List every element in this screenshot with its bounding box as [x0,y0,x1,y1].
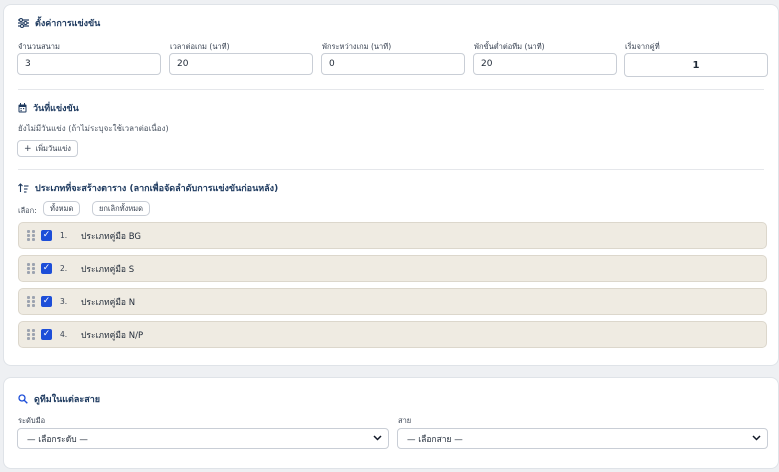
break-between-games-label: พักระหว่างเกม (นาที) [322,42,392,51]
start-match-label: เริ่มจากคู่ที่ [625,42,660,51]
add-date-label: เพิ่มวันแข่ง [35,143,71,153]
drag-handle-icon[interactable] [27,230,35,241]
line-select[interactable]: — เลือกสาย — [397,428,768,449]
dates-section-title: วันที่แข่งขัน [18,101,79,115]
deselect-all-button[interactable]: ยกเลิกทั้งหมด [92,201,151,216]
game-time-label: เวลาต่อเกม (นาที) [170,42,230,51]
category-checkbox[interactable]: ✓ [41,230,52,241]
select-label: เลือก: [18,206,37,215]
search-icon [18,394,28,404]
category-label: ประเภทคู่มือ BG [81,231,142,242]
lines-title-text: ดูทีมในแต่ละสาย [34,395,101,405]
calendar-icon [18,103,27,113]
category-label: ประเภทคู่มือ N [81,297,136,308]
courts-label: จำนวนสนาม [18,42,60,51]
category-row[interactable]: ✓ 4. ประเภทคู่มือ N/P [18,321,767,348]
line-label: สาย [398,416,412,425]
start-match-input[interactable]: 1 [624,53,768,77]
sort-icon [18,183,29,193]
category-row[interactable]: ✓ 1. ประเภทคู่มือ BG [18,222,767,249]
settings-title-text: ตั้งค่าการแข่งขัน [35,19,101,29]
sliders-icon [18,18,29,28]
divider [18,169,764,170]
category-number: 2. [60,264,68,273]
no-dates-text: ยังไม่มีวันแข่ง (ถ้าไม่ระบุจะใช้เวลาต่อเ… [18,124,169,133]
level-select[interactable]: — เลือกระดับ — [17,428,389,449]
min-team-rest-input[interactable]: 20 [473,53,617,75]
drag-handle-icon[interactable] [27,263,35,274]
courts-input[interactable]: 3 [17,53,161,75]
category-checkbox[interactable]: ✓ [41,263,52,274]
line-select-value: — เลือกสาย — [407,434,463,445]
category-number: 3. [60,297,68,306]
add-date-button[interactable]: + เพิ่มวันแข่ง [17,140,78,157]
category-number: 1. [60,231,68,240]
categories-section-title: ประเภทที่จะสร้างตาราง (ลากเพื่อจัดลำดับก… [18,181,278,195]
divider [18,89,764,90]
plus-icon: + [24,143,32,154]
lines-section-title: ดูทีมในแต่ละสาย [18,392,100,406]
category-row[interactable]: ✓ 3. ประเภทคู่มือ N [18,288,767,315]
category-row[interactable]: ✓ 2. ประเภทคู่มือ S [18,255,767,282]
level-label: ระดับมือ [18,416,46,425]
level-select-value: — เลือกระดับ — [27,434,88,445]
category-label: ประเภทคู่มือ N/P [81,330,144,341]
settings-section-title: ตั้งค่าการแข่งขัน [18,16,100,30]
chevron-down-icon [752,434,761,444]
category-number: 4. [60,330,68,339]
drag-handle-icon[interactable] [27,329,35,340]
game-time-input[interactable]: 20 [169,53,313,75]
category-checkbox[interactable]: ✓ [41,296,52,307]
category-label: ประเภทคู่มือ S [81,264,135,275]
settings-card: ตั้งค่าการแข่งขัน จำนวนสนาม 3 เวลาต่อเกม… [3,4,779,366]
drag-handle-icon[interactable] [27,296,35,307]
lines-card: ดูทีมในแต่ละสาย ระดับมือ — เลือกระดับ — … [3,377,779,469]
min-team-rest-label: พักขั้นต่ำต่อทีม (นาที) [474,42,545,51]
break-between-games-input[interactable]: 0 [321,53,465,75]
select-all-button[interactable]: ทั้งหมด [43,201,81,216]
chevron-down-icon [373,434,382,444]
category-checkbox[interactable]: ✓ [41,329,52,340]
dates-title-text: วันที่แข่งขัน [33,104,79,114]
categories-title-text: ประเภทที่จะสร้างตาราง (ลากเพื่อจัดลำดับก… [35,184,279,194]
